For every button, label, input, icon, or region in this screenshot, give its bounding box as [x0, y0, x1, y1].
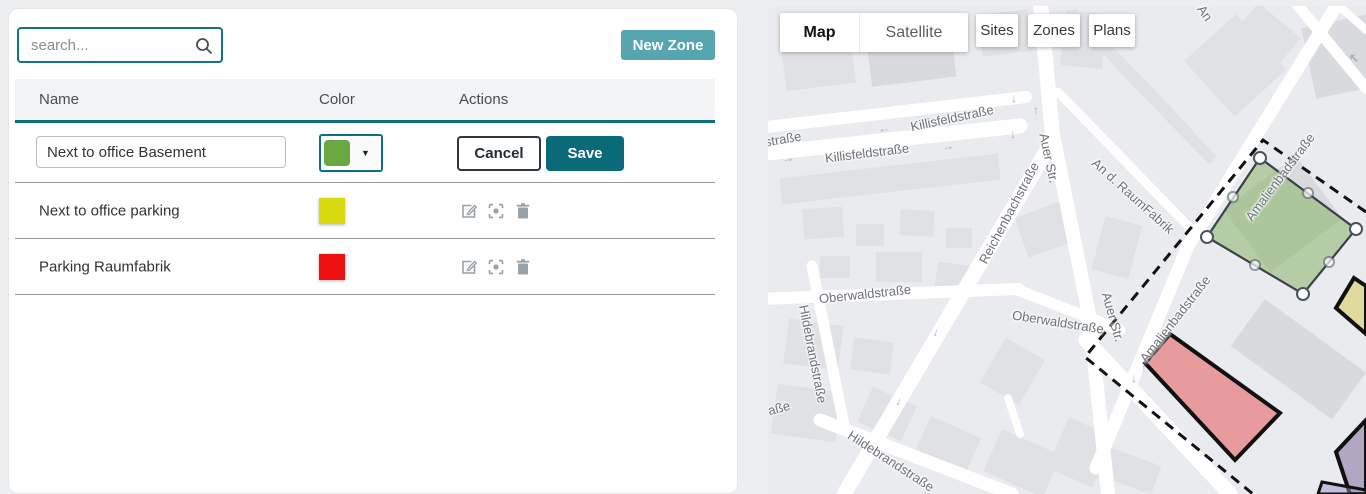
zone-manager-app: New Zone Name Color Actions ▼ Cancel Sav… [0, 0, 1366, 494]
zones-button[interactable]: Zones [1028, 14, 1080, 47]
column-header-actions: Actions [459, 91, 715, 108]
road-arrow-icon: ↓ [1011, 91, 1017, 105]
road-arrow-icon: ↑ [1141, 361, 1147, 375]
zone-polygon-tan[interactable] [1336, 278, 1366, 334]
map-type-control: Map Satellite [780, 13, 968, 52]
sites-button[interactable]: Sites [976, 14, 1018, 47]
map-type-satellite-button[interactable]: Satellite [860, 13, 968, 52]
table-row: Parking Raumfabrik [15, 239, 715, 295]
road-arrow-icon: ↓ [1131, 371, 1137, 385]
locate-zone-icon[interactable] [486, 201, 506, 221]
save-button[interactable]: Save [546, 136, 624, 171]
road-arrow-icon: ↑ [1033, 103, 1039, 117]
edit-icon[interactable] [459, 201, 479, 221]
zone-color-swatch [319, 254, 345, 280]
search-icon [194, 36, 214, 56]
zone-color-swatch [319, 198, 345, 224]
search-box [17, 27, 223, 63]
row-actions [459, 257, 533, 277]
map-type-map-button[interactable]: Map [780, 13, 860, 52]
color-swatch-selected [324, 140, 350, 166]
zone-list-panel: New Zone Name Color Actions ▼ Cancel Sav… [8, 8, 738, 494]
map-panel[interactable]: straße Killisfeldstraße Killisfeldstraße… [768, 6, 1366, 494]
column-header-color: Color [319, 91, 459, 108]
cancel-button[interactable]: Cancel [457, 136, 541, 171]
new-zone-button[interactable]: New Zone [621, 30, 715, 60]
map-canvas[interactable] [768, 6, 1366, 494]
color-dropdown[interactable]: ▼ [319, 134, 383, 172]
chevron-down-icon: ▼ [350, 136, 381, 170]
plans-button[interactable]: Plans [1089, 14, 1135, 47]
row-actions [459, 201, 533, 221]
zone-name-label: Parking Raumfabrik [39, 258, 171, 275]
table-row: Next to office parking [15, 183, 715, 239]
zone-table-body: ▼ Cancel Save Next to office parking [15, 123, 715, 295]
road-arrow-icon: ↖ [1349, 51, 1359, 65]
table-header: Name Color Actions [15, 79, 715, 123]
zone-name-label: Next to office parking [39, 202, 180, 219]
zone-polygon-purple[interactable] [1336, 420, 1366, 494]
locate-zone-icon[interactable] [486, 257, 506, 277]
search-input[interactable] [19, 29, 221, 61]
zone-name-input[interactable] [36, 136, 286, 168]
delete-icon[interactable] [513, 257, 533, 277]
road-arrow-icon: ← [877, 120, 891, 135]
edit-icon[interactable] [459, 257, 479, 277]
road-arrow-icon: → [781, 150, 795, 165]
delete-icon[interactable] [513, 201, 533, 221]
table-row-editing: ▼ Cancel Save [15, 123, 715, 183]
road-arrow-icon: ↓ [1010, 127, 1016, 141]
road-arrow-icon: → [941, 138, 955, 153]
column-header-name: Name [39, 91, 319, 108]
